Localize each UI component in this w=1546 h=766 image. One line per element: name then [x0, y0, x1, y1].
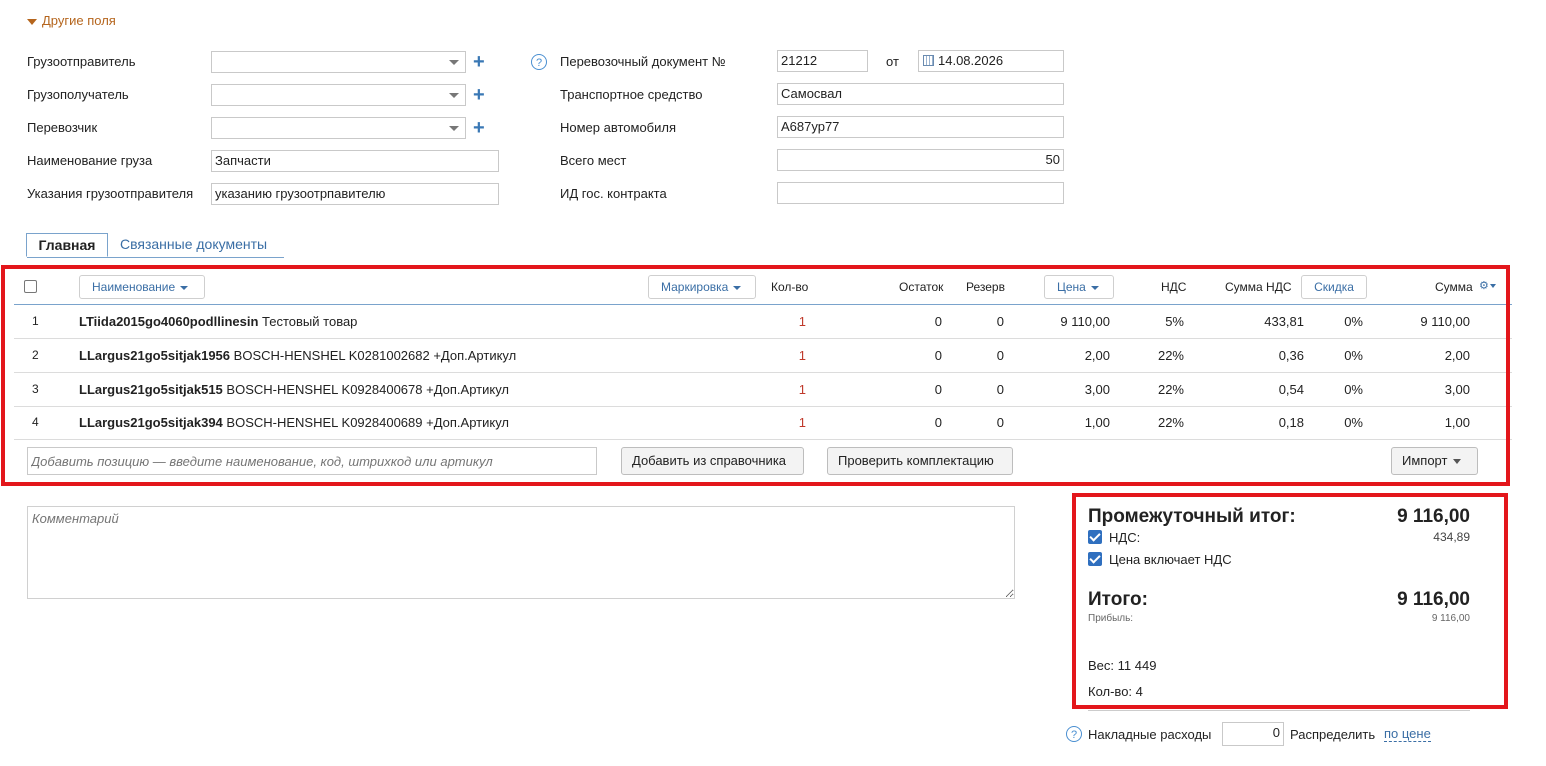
chevron-down-icon — [449, 60, 459, 65]
calendar-icon[interactable] — [923, 55, 934, 66]
contract-input[interactable] — [777, 182, 1064, 204]
tab-main[interactable]: Главная — [26, 233, 108, 257]
tab-bar-line — [27, 257, 284, 258]
shipper-label: Грузоотправитель — [27, 54, 136, 69]
distribute-label: Распределить — [1290, 727, 1376, 742]
help-icon[interactable]: ? — [1066, 726, 1082, 742]
price-includes-vat-label: Цена включает НДС — [1109, 552, 1232, 567]
shipper-select[interactable] — [211, 51, 466, 73]
table-highlight — [1, 265, 1510, 486]
overhead-input[interactable]: 0 — [1222, 722, 1284, 746]
tab-related-documents[interactable]: Связанные документы — [120, 236, 267, 252]
vehicle-label: Транспортное средство — [560, 87, 703, 102]
shipper-instructions-input[interactable]: указанию грузоотрпавителю — [211, 183, 499, 205]
price-includes-vat-checkbox[interactable] — [1088, 552, 1102, 566]
help-icon[interactable]: ? — [531, 54, 547, 70]
total-value: 9 116,00 — [1397, 589, 1470, 610]
profit-label: Прибыль: — [1088, 613, 1134, 624]
section-toggle[interactable]: Другие поля — [27, 13, 116, 28]
cargo-name-label: Наименование груза — [27, 153, 153, 168]
count-text: Кол-во: 4 — [1088, 684, 1143, 699]
date-input[interactable]: 14.08.2026 — [918, 50, 1064, 72]
section-title: Другие поля — [42, 13, 116, 28]
consignee-label: Грузополучатель — [27, 87, 129, 102]
transport-doc-number-input[interactable]: 21212 — [777, 50, 868, 72]
cargo-name-input[interactable]: Запчасти — [211, 150, 499, 172]
places-input[interactable]: 50 — [777, 149, 1064, 171]
consignee-select[interactable] — [211, 84, 466, 106]
comment-textarea[interactable] — [27, 506, 1015, 599]
plate-input[interactable]: А687ур77 — [777, 116, 1064, 138]
contract-label: ИД гос. контракта — [560, 186, 667, 201]
profit-value: 9 116,00 — [1431, 613, 1470, 624]
transport-doc-label: Перевозочный документ № — [560, 54, 726, 69]
subtotal-label: Промежуточный итог: — [1088, 506, 1296, 527]
shipper-instructions-label: Указания грузоотправителя — [27, 186, 194, 201]
overhead-label: Накладные расходы — [1088, 727, 1212, 742]
distribute-by-price-link[interactable]: по цене — [1384, 727, 1431, 742]
totals-divider — [1088, 710, 1470, 711]
caret-down-icon — [27, 18, 37, 25]
weight-text: Вес: 11 449 — [1088, 658, 1157, 673]
total-label: Итого: — [1088, 589, 1148, 610]
vat-checkbox[interactable] — [1088, 530, 1102, 544]
from-label: от — [886, 54, 899, 69]
add-consignee-icon[interactable]: + — [473, 85, 485, 105]
carrier-label: Перевозчик — [27, 120, 98, 135]
vat-value: 434,89 — [1433, 530, 1470, 544]
vat-label: НДС: — [1109, 530, 1141, 545]
subtotal-value: 9 116,00 — [1397, 506, 1470, 527]
chevron-down-icon — [449, 93, 459, 98]
add-shipper-icon[interactable]: + — [473, 52, 485, 72]
vehicle-input[interactable]: Самосвал — [777, 83, 1064, 105]
plate-label: Номер автомобиля — [560, 120, 677, 135]
places-label: Всего мест — [560, 153, 627, 168]
carrier-select[interactable] — [211, 117, 466, 139]
chevron-down-icon — [449, 126, 459, 131]
add-carrier-icon[interactable]: + — [473, 118, 485, 138]
